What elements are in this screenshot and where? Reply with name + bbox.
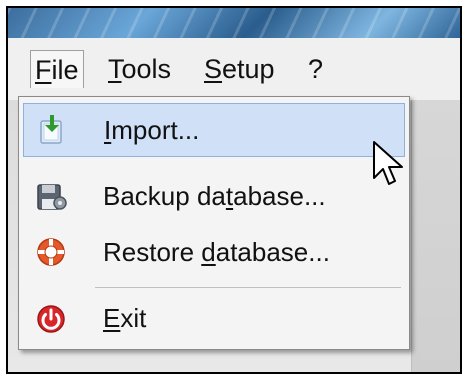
right-panel <box>411 100 460 372</box>
menu-file-accelerator: F <box>35 55 52 85</box>
backup-database-icon <box>33 178 69 214</box>
menu-item-restore-database-label: Restore database... <box>103 237 330 268</box>
restore-label-prefix: Restore <box>103 236 202 267</box>
backup-label-prefix: Backup da <box>103 180 226 211</box>
menu-help[interactable]: ? <box>304 50 327 88</box>
menu-setup-accelerator: S <box>204 54 223 84</box>
title-bar <box>8 8 460 38</box>
exit-label-accelerator: E <box>103 302 121 333</box>
menu-tools-accelerator: T <box>108 54 122 84</box>
mouse-cursor-icon <box>373 141 403 185</box>
backup-label-suffix: abase... <box>233 180 326 211</box>
menu-setup[interactable]: Setup <box>200 50 279 88</box>
menu-item-import[interactable]: Import... <box>23 103 405 157</box>
menu-file[interactable]: File <box>30 50 84 88</box>
menu-bar: File Tools Setup ? <box>8 38 460 101</box>
import-icon <box>34 112 70 148</box>
menu-item-exit[interactable]: Exit <box>23 291 405 345</box>
menu-help-text: ? <box>308 54 324 84</box>
menu-item-exit-label: Exit <box>103 303 146 334</box>
menu-setup-text-suffix: etup <box>222 54 275 84</box>
restore-database-icon <box>33 234 69 270</box>
menu-item-backup-database-label: Backup database... <box>103 181 326 212</box>
import-label-suffix: mport... <box>111 114 200 145</box>
restore-label-suffix: atabase... <box>215 236 330 267</box>
restore-label-accelerator: d <box>201 236 216 267</box>
menu-file-text-suffix: ile <box>51 55 79 85</box>
file-menu-dropdown: Import... Backup database... Restore dat… <box>18 96 410 350</box>
menu-tools-text-suffix: ools <box>121 54 172 84</box>
menu-item-import-label: Import... <box>104 115 199 146</box>
menu-tools[interactable]: Tools <box>104 50 175 88</box>
menu-item-restore-database[interactable]: Restore database... <box>23 225 405 279</box>
exit-icon <box>33 300 69 336</box>
menu-item-backup-database[interactable]: Backup database... <box>23 169 405 223</box>
menu-separator <box>95 287 401 288</box>
exit-label-suffix: xit <box>120 302 147 333</box>
